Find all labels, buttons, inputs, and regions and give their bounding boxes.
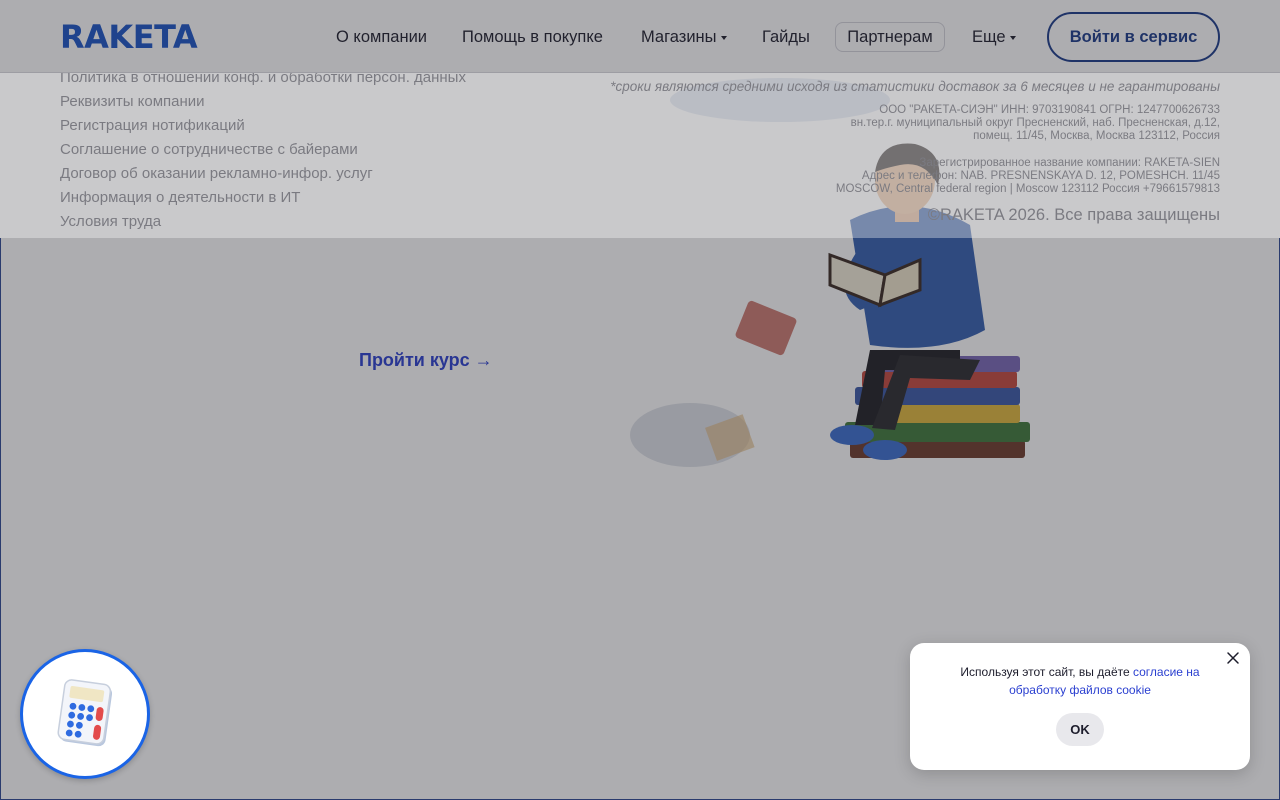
nav-item-label: Магазины (641, 28, 717, 46)
caret-down-icon (1009, 35, 1016, 40)
nav-item-more[interactable]: Еще (972, 26, 1016, 48)
login-button[interactable]: Войти в сервис (1047, 12, 1220, 62)
calculator-button[interactable] (20, 649, 150, 779)
intl-address-line: Адрес и телефон: NAB. PRESNENSKAYA D. 12… (861, 170, 1220, 182)
footer-link-work-conditions[interactable]: Условия труда (60, 212, 161, 232)
company-line: ООО "РАКЕТА-СИЭН" ИНН: 9703190841 ОГРН: … (879, 104, 1220, 116)
cookie-ok-button[interactable]: OK (1056, 713, 1104, 746)
nav-item-partners[interactable]: Партнерам (835, 22, 945, 52)
frame-border-left (0, 238, 1, 800)
footer-link-it-activity[interactable]: Информация о деятельности в ИТ (60, 188, 300, 208)
nav-item-label: О компании (336, 28, 427, 46)
delivery-note: *сроки являются средними исходя из стати… (610, 79, 1220, 94)
footer-link-company-details[interactable]: Реквизиты компании (60, 92, 205, 112)
site-header: RAKETA О компании Помощь в покупке Магаз… (0, 0, 1280, 73)
intl-company-line: Зарегистрированное название компании: RA… (919, 157, 1220, 169)
cookie-consent-dialog: Используя этот сайт, вы даёте согласие н… (910, 643, 1250, 770)
cookie-close-button[interactable] (1226, 651, 1240, 665)
footer-link-notifications[interactable]: Регистрация нотификаций (60, 116, 245, 136)
cookie-message-text: Используя этот сайт, вы даёте (960, 665, 1133, 679)
nav-item-purchase-help[interactable]: Помощь в покупке (462, 26, 603, 48)
footer-link-buyer-agreement[interactable]: Соглашение о сотрудничестве с байерами (60, 140, 358, 160)
caret-down-icon (720, 35, 727, 40)
company-address-line: вн.тер.г. муниципальный округ Пресненски… (850, 117, 1220, 129)
cookie-message: Используя этот сайт, вы даёте согласие н… (940, 663, 1220, 699)
copyright: ©RAKETA 2026. Все права защищены (927, 206, 1220, 224)
raketa-logo[interactable]: RAKETA (60, 19, 198, 55)
nav-item-label: Еще (972, 28, 1006, 46)
nav-item-guides[interactable]: Гайды (762, 26, 810, 48)
nav-item-about[interactable]: О компании (336, 26, 427, 48)
calculator-icon (57, 679, 113, 747)
nav-item-label: Гайды (762, 28, 810, 46)
nav-item-label: Помощь в покупке (462, 28, 603, 46)
nav-item-label: Партнерам (847, 28, 933, 46)
nav-item-stores[interactable]: Магазины (641, 26, 727, 48)
company-address-line: помещ. 11/45, Москва, Москва 123112, Рос… (973, 130, 1220, 142)
footer-link-ad-contract[interactable]: Договор об оказании рекламно-инфор. услу… (60, 164, 373, 184)
intl-address-line: MOSCOW, Central federal region | Moscow … (835, 183, 1220, 195)
legal-info: *сроки являются средними исходя из стати… (560, 78, 1220, 226)
take-course-link[interactable]: Пройти курс → (359, 348, 493, 372)
close-icon (1227, 652, 1239, 664)
